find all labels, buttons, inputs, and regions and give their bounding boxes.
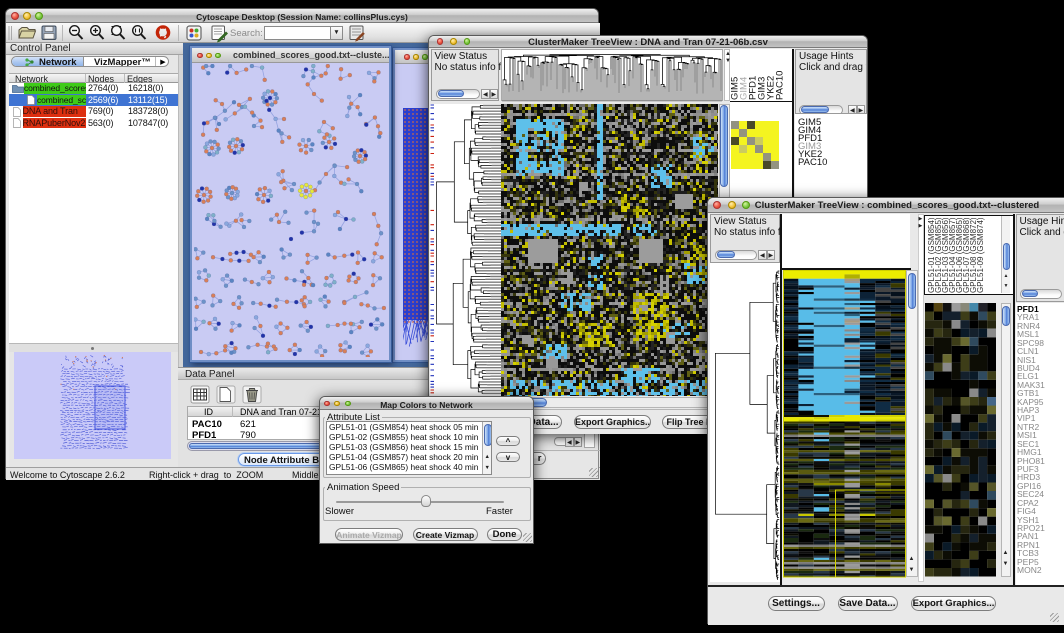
svg-text:PAC10: PAC10 xyxy=(775,71,786,100)
svg-text:GPL51-09 (GSM874): GPL51-09 (GSM874) xyxy=(976,217,985,293)
